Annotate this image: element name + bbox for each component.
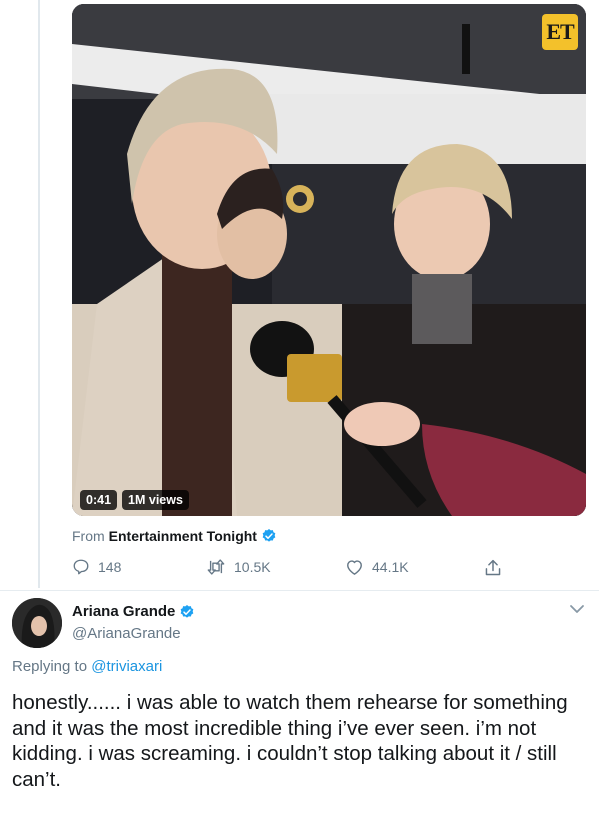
replying-to: Replying to @triviaxari: [12, 658, 162, 675]
share-icon: [485, 559, 501, 576]
tweet-actions: 148 10.5K 44.1K: [72, 558, 512, 580]
tweet-text: honestly...... i was able to watch them …: [12, 691, 568, 791]
author-name-row[interactable]: Ariana Grande: [72, 603, 195, 620]
author-name: Ariana Grande: [72, 603, 176, 620]
video-player[interactable]: ET 0:41 1M views: [72, 4, 586, 516]
replying-prefix: Replying to: [12, 658, 88, 675]
author-handle[interactable]: @ArianaGrande: [72, 625, 181, 642]
et-logo-badge: ET: [542, 14, 578, 50]
thread-connector-line: [38, 0, 40, 588]
share-action[interactable]: [484, 558, 502, 578]
video-meta: 0:41 1M views: [80, 490, 189, 510]
verified-badge-icon: [262, 529, 276, 542]
retweet-action[interactable]: 10.5K: [206, 558, 271, 576]
source-account-link[interactable]: Entertainment Tonight: [109, 528, 257, 544]
replying-to-mention-link[interactable]: @triviaxari: [91, 658, 162, 675]
video-frame: [72, 4, 586, 516]
reply-action[interactable]: 148: [72, 558, 121, 576]
reply-count: 148: [98, 559, 122, 575]
avatar[interactable]: [12, 598, 62, 648]
video-source: From Entertainment Tonight: [72, 528, 277, 544]
retweet-count: 10.5K: [234, 559, 271, 575]
heart-icon: [347, 560, 362, 575]
like-action[interactable]: 44.1K: [345, 558, 409, 576]
video-duration: 0:41: [80, 490, 118, 510]
verified-badge-icon: [181, 604, 194, 618]
video-views: 1M views: [122, 490, 189, 510]
like-count: 44.1K: [372, 559, 409, 575]
retweet-icon: [207, 559, 225, 575]
reply-icon: [73, 559, 89, 575]
tweet-divider: [0, 590, 599, 591]
avatar-image: [12, 598, 62, 648]
source-prefix: From: [72, 528, 105, 544]
chevron-down-icon[interactable]: [569, 603, 585, 615]
